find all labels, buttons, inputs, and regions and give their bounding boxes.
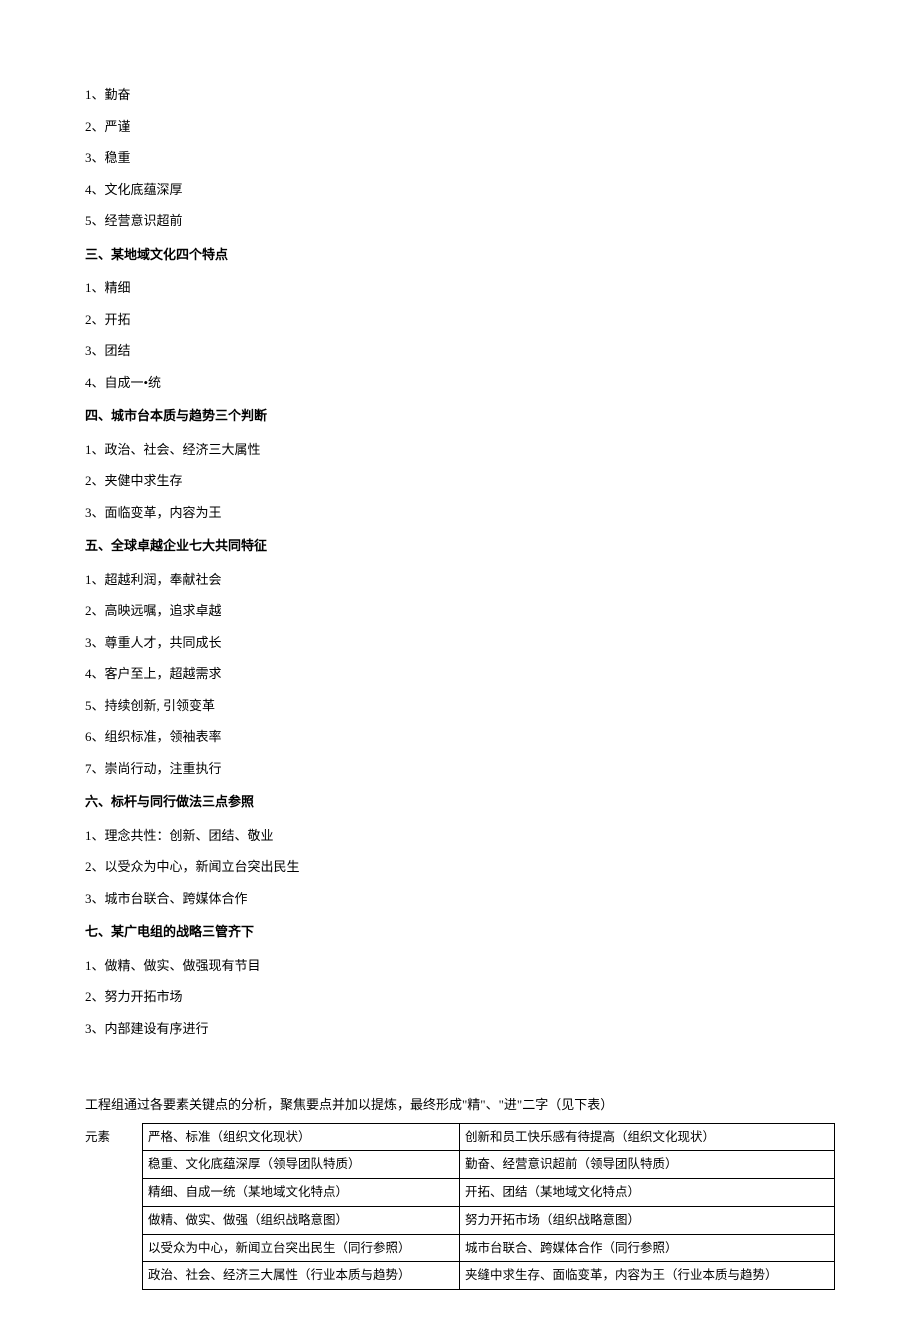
section-heading: 三、某地域文化四个特点 <box>85 245 835 265</box>
table-cell: 精细、自成一统（某地域文化特点） <box>143 1179 460 1207</box>
table-row: 政治、社会、经济三大属性（行业本质与趋势） 夹缝中求生存、面临变革，内容为王（行… <box>85 1262 835 1290</box>
section-heading: 五、全球卓越企业七大共同特征 <box>85 536 835 556</box>
list-item: 5、经营意识超前 <box>85 211 835 231</box>
table-cell: 城市台联合、跨媒体合作（同行参照） <box>460 1234 835 1262</box>
list-item: 3、稳重 <box>85 148 835 168</box>
list-item: 1、做精、做实、做强现有节目 <box>85 956 835 976</box>
section-heading: 六、标杆与同行做法三点参照 <box>85 792 835 812</box>
table-cell: 勤奋、经营意识超前（领导团队特质） <box>460 1151 835 1179</box>
list-item: 3、面临变革，内容为王 <box>85 503 835 523</box>
list-item: 1、政治、社会、经济三大属性 <box>85 440 835 460</box>
list-item: 1、精细 <box>85 278 835 298</box>
list-item: 6、组织标准，领袖表率 <box>85 727 835 747</box>
table-cell: 以受众为中心，新闻立台突出民生（同行参照） <box>143 1234 460 1262</box>
list-item: 5、持续创新, 引领变革 <box>85 696 835 716</box>
table-cell: 做精、做实、做强（组织战略意图） <box>143 1206 460 1234</box>
list-item: 2、开拓 <box>85 310 835 330</box>
list-item: 3、城市台联合、跨媒体合作 <box>85 889 835 909</box>
list-item: 3、团结 <box>85 341 835 361</box>
list-item: 2、高映远嘱，追求卓越 <box>85 601 835 621</box>
summary-table: 元素 严格、标准（组织文化现状） 创新和员工快乐感有待提高（组织文化现状） 稳重… <box>85 1123 835 1291</box>
table-row: 元素 严格、标准（组织文化现状） 创新和员工快乐感有待提高（组织文化现状） <box>85 1123 835 1151</box>
list-item: 3、内部建设有序进行 <box>85 1019 835 1039</box>
list-item: 2、以受众为中心，新闻立台突出民生 <box>85 857 835 877</box>
table-cell: 严格、标准（组织文化现状） <box>143 1123 460 1151</box>
section-heading: 四、城市台本质与趋势三个判断 <box>85 406 835 426</box>
table-cell: 开拓、团结（某地域文化特点） <box>460 1179 835 1207</box>
table-row: 做精、做实、做强（组织战略意图） 努力开拓市场（组织战略意图） <box>85 1206 835 1234</box>
list-item: 4、自成一•统 <box>85 373 835 393</box>
table-row: 精细、自成一统（某地域文化特点） 开拓、团结（某地域文化特点） <box>85 1179 835 1207</box>
list-item: 4、客户至上，超越需求 <box>85 664 835 684</box>
section-heading: 七、某广电组的战略三管齐下 <box>85 922 835 942</box>
table-cell: 稳重、文化底蕴深厚（领导团队特质） <box>143 1151 460 1179</box>
list-item: 2、努力开拓市场 <box>85 987 835 1007</box>
list-item: 3、尊重人才，共同成长 <box>85 633 835 653</box>
table-row: 稳重、文化底蕴深厚（领导团队特质） 勤奋、经营意识超前（领导团队特质） <box>85 1151 835 1179</box>
list-item: 1、超越利润，奉献社会 <box>85 570 835 590</box>
table-cell: 夹缝中求生存、面临变革，内容为王（行业本质与趋势） <box>460 1262 835 1290</box>
list-item: 2、严谨 <box>85 117 835 137</box>
table-intro: 工程组通过各要素关键点的分析，聚焦要点并加以提炼，最终形成"精"、"进"二字（见… <box>85 1095 835 1115</box>
list-item: 4、文化底蕴深厚 <box>85 180 835 200</box>
table-label: 元素 <box>85 1123 143 1290</box>
list-item: 1、勤奋 <box>85 85 835 105</box>
table-cell: 创新和员工快乐感有待提高（组织文化现状） <box>460 1123 835 1151</box>
list-item: 7、崇尚行动，注重执行 <box>85 759 835 779</box>
list-item: 1、理念共性：创新、团结、敬业 <box>85 826 835 846</box>
list-item: 2、夹健中求生存 <box>85 471 835 491</box>
table-cell: 政治、社会、经济三大属性（行业本质与趋势） <box>143 1262 460 1290</box>
table-row: 以受众为中心，新闻立台突出民生（同行参照） 城市台联合、跨媒体合作（同行参照） <box>85 1234 835 1262</box>
table-cell: 努力开拓市场（组织战略意图） <box>460 1206 835 1234</box>
